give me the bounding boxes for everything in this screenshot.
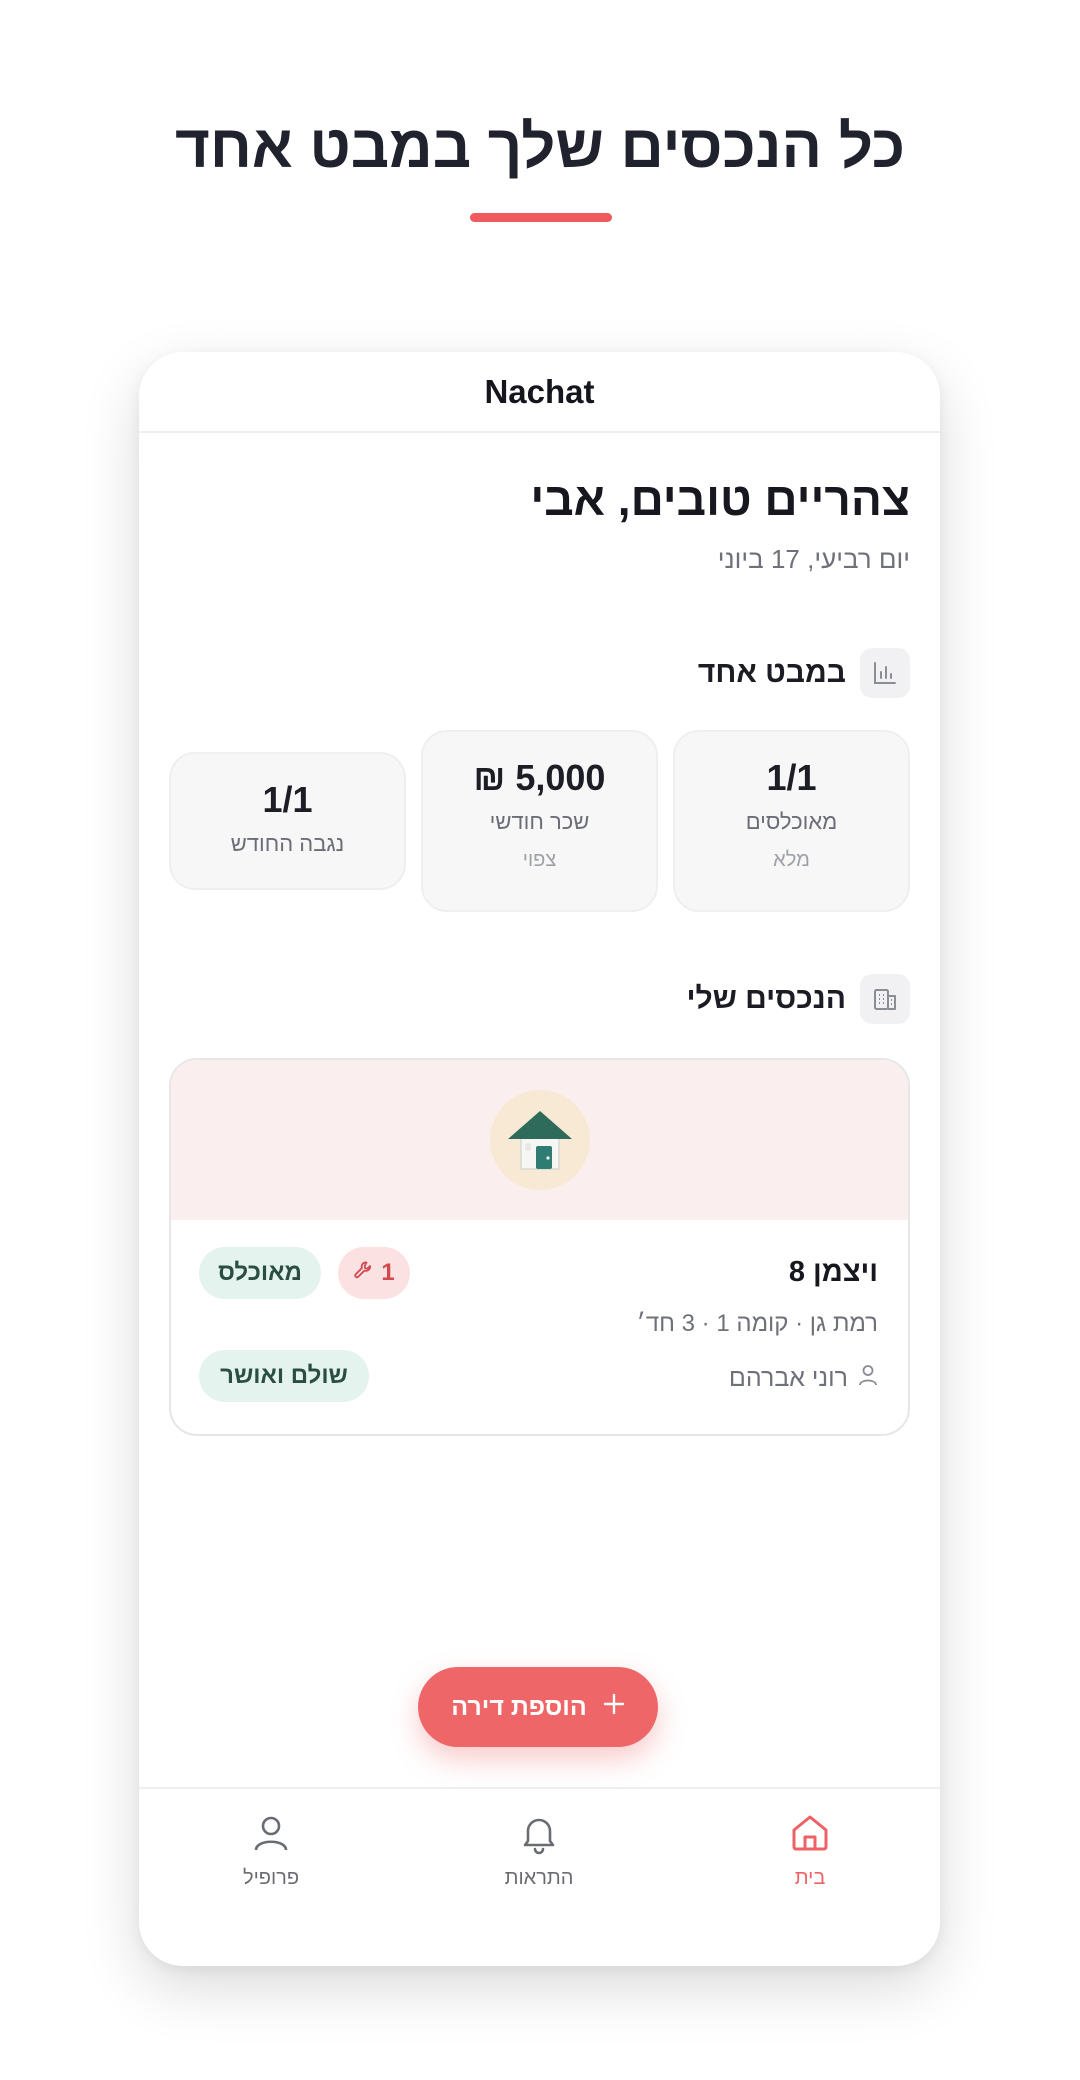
house-illustration-icon	[489, 1090, 590, 1190]
app-header: Nachat	[139, 352, 940, 433]
property-card[interactable]: ויצמן 8 רמת גן · קומה 1 · 3 חד׳ רוני אבר…	[169, 1058, 910, 1436]
date-text: יום רביעי, 17 ביוני	[717, 544, 910, 574]
promo-underline	[470, 213, 612, 222]
nav-label-profile: פרופיל	[242, 1867, 300, 1889]
nav-label-notifications: התראות	[504, 1867, 574, 1889]
payment-badge: שולם ואושר	[199, 1350, 369, 1402]
stat-value: 5,000 ₪	[473, 757, 606, 798]
promo-title: כל הנכסים שלך במבט אחד	[174, 113, 906, 180]
overview-header: במבט אחד	[698, 648, 910, 698]
overview-title: במבט אחד	[697, 656, 846, 689]
stat-value: 1/1	[262, 779, 313, 820]
stat-label: שכר חודשי	[489, 809, 590, 834]
property-banner	[171, 1060, 908, 1220]
add-apartment-label: הוספת דירה	[451, 1692, 587, 1721]
stat-card-collected: 1/1 נגבה החודש	[169, 752, 406, 890]
status-badge: מאוכלס	[199, 1247, 321, 1299]
bar-chart-icon	[860, 648, 910, 698]
tenant-name: רוני אברהם	[728, 1364, 848, 1392]
stat-card-rent: 5,000 ₪ שכר חודשי צפוי	[421, 730, 658, 912]
user-icon	[249, 1811, 293, 1861]
building-icon	[860, 974, 910, 1024]
app-title: Nachat	[484, 372, 595, 410]
wrench-icon	[353, 1259, 373, 1287]
add-apartment-button[interactable]: הוספת דירה	[418, 1667, 658, 1747]
properties-header: הנכסים שלי	[686, 974, 910, 1024]
maintenance-badge[interactable]: 1	[338, 1247, 410, 1299]
property-name: ויצמן 8	[788, 1256, 878, 1288]
maintenance-count: 1	[381, 1259, 395, 1286]
property-tenant: רוני אברהם	[729, 1364, 878, 1393]
nav-item-home[interactable]: בית	[730, 1811, 890, 1890]
stat-value: 1/1	[766, 757, 817, 798]
phone-frame: Nachat צהריים טובים, אבי יום רביעי, 17 ב…	[139, 352, 940, 1966]
nav-label-home: בית	[794, 1867, 826, 1889]
stat-label: מאוכלסים	[745, 809, 838, 834]
plus-icon	[603, 1693, 625, 1722]
stat-label: נגבה החודש	[230, 831, 345, 856]
nav-item-notifications[interactable]: התראות	[459, 1811, 619, 1890]
property-meta: רמת גן · קומה 1 · 3 חד׳	[636, 1310, 878, 1337]
greeting-title: צהריים טובים, אבי	[530, 473, 910, 525]
home-icon	[788, 1811, 832, 1861]
person-icon	[858, 1364, 878, 1393]
stat-sub: צפוי	[522, 849, 557, 871]
nav-item-profile[interactable]: פרופיל	[191, 1811, 351, 1890]
stat-card-occupied: 1/1 מאוכלסים מלא	[673, 730, 910, 912]
bell-icon	[517, 1811, 561, 1861]
properties-title: הנכסים שלי	[686, 982, 846, 1015]
stat-sub: מלא	[773, 849, 810, 871]
bottom-nav: בית התראות פרופיל	[139, 1787, 940, 1966]
